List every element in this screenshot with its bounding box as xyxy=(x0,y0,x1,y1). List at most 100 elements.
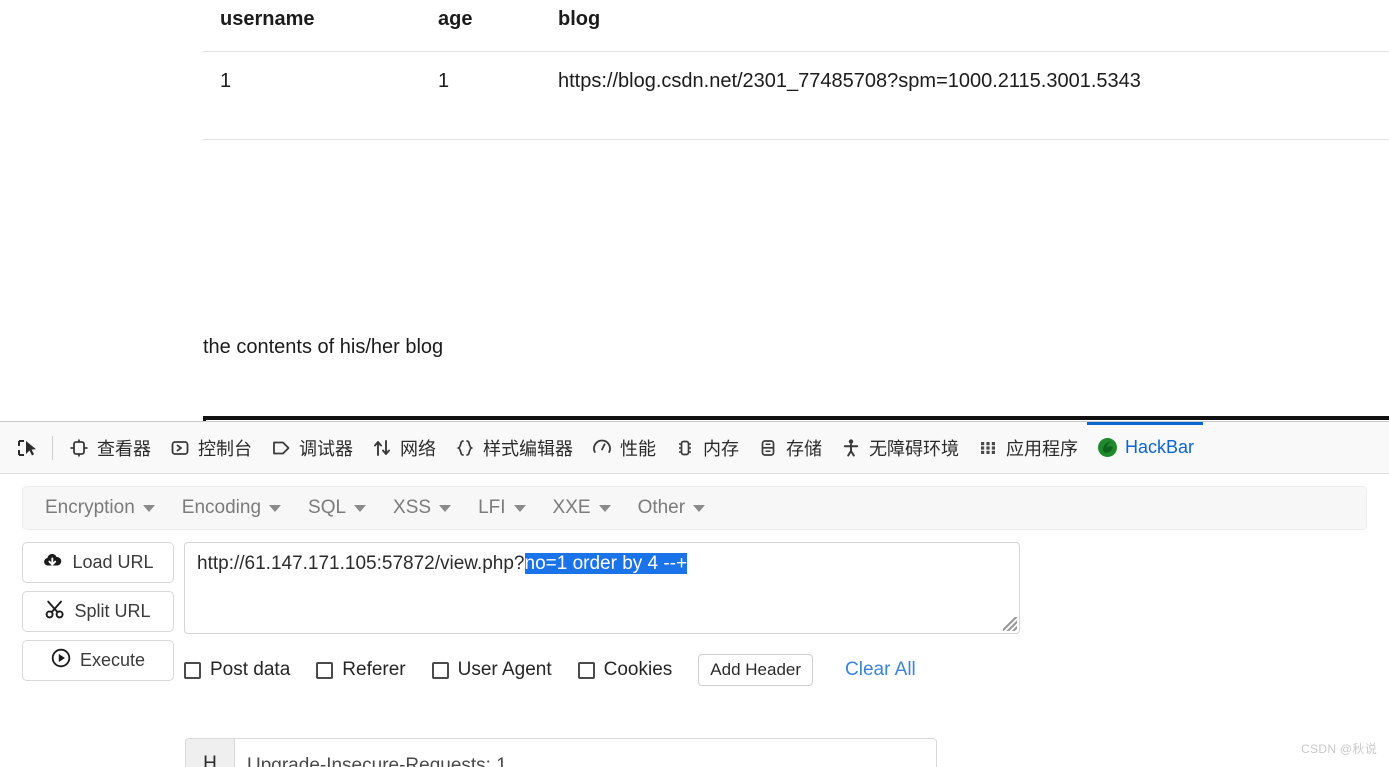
cell-blog: https://blog.csdn.net/2301_77485708?spm=… xyxy=(558,70,1141,92)
checkbox-post-data[interactable]: Post data xyxy=(184,659,290,681)
hackbar-action-buttons: Load URL Split URL Execute xyxy=(22,542,174,686)
url-selected-text: no=1 order by 4 --+ xyxy=(524,553,688,574)
menu-other[interactable]: Other xyxy=(626,493,718,523)
url-prefix-text: http://61.147.171.105:57872/view.php? xyxy=(197,553,525,574)
tab-hackbar[interactable]: HackBar xyxy=(1087,422,1204,473)
menu-lfi-label: LFI xyxy=(478,497,506,518)
chevron-down-icon xyxy=(439,504,452,512)
tab-accessibility-label: 无障碍环境 xyxy=(869,438,959,459)
menu-xxe-label: XXE xyxy=(552,497,591,518)
menu-lfi[interactable]: LFI xyxy=(466,493,537,523)
checkbox-icon[interactable] xyxy=(184,661,201,679)
header-input-group: H Upgrade-Insecure-Requests: 1 xyxy=(185,738,937,767)
menu-encryption[interactable]: Encryption xyxy=(33,493,167,523)
storage-icon xyxy=(757,437,779,459)
tab-inspector[interactable]: 查看器 xyxy=(59,422,160,473)
scissors-icon xyxy=(45,600,65,624)
request-options-row: Post data Referer User Agent Cookies Add… xyxy=(184,654,1389,686)
column-header-username: username xyxy=(220,8,315,30)
load-url-button[interactable]: Load URL xyxy=(22,542,174,583)
tab-accessibility[interactable]: 无障碍环境 xyxy=(831,422,968,473)
console-icon xyxy=(169,437,191,459)
execute-button[interactable]: Execute xyxy=(22,640,174,681)
checkbox-referer[interactable]: Referer xyxy=(316,659,406,681)
tab-inspector-label: 查看器 xyxy=(97,438,151,459)
tab-memory-label: 内存 xyxy=(703,438,739,459)
inspector-icon xyxy=(68,437,90,459)
execute-label: Execute xyxy=(79,650,146,670)
url-input[interactable]: http://61.147.171.105:57872/view.php?no=… xyxy=(184,542,1020,634)
tab-console[interactable]: 控制台 xyxy=(160,422,261,473)
checkbox-cookies[interactable]: Cookies xyxy=(577,659,673,681)
checkbox-icon[interactable] xyxy=(431,661,449,679)
textarea-resize-handle[interactable] xyxy=(1003,617,1017,631)
tab-storage-label: 存储 xyxy=(786,438,822,459)
style-editor-icon xyxy=(454,437,476,459)
network-icon xyxy=(371,437,393,459)
menu-encoding-label: Encoding xyxy=(181,497,262,518)
menu-xss[interactable]: XSS xyxy=(381,493,463,523)
cell-username: 1 xyxy=(220,70,232,92)
menu-other-label: Other xyxy=(637,497,686,518)
screen-root: username age blog 1 1 https://blog.csdn.… xyxy=(0,0,1389,767)
chevron-down-icon xyxy=(354,504,367,512)
memory-icon xyxy=(674,437,696,459)
menu-encryption-label: Encryption xyxy=(45,497,135,518)
tab-network-label: 网络 xyxy=(400,438,436,459)
split-url-button[interactable]: Split URL xyxy=(22,591,174,632)
tab-style-editor-label: 样式编辑器 xyxy=(483,438,573,459)
checkbox-icon[interactable] xyxy=(316,661,334,679)
menu-xss-label: XSS xyxy=(393,497,432,518)
accessibility-icon xyxy=(840,437,862,459)
header-key-label: H xyxy=(186,739,235,767)
tab-storage[interactable]: 存储 xyxy=(748,422,831,473)
hackbar-body: Load URL Split URL Execute http://61.147… xyxy=(0,530,1389,686)
checkbox-cookies-label: Cookies xyxy=(603,659,673,680)
tab-network[interactable]: 网络 xyxy=(362,422,445,473)
chevron-down-icon xyxy=(693,504,706,512)
devtools-panel: 查看器 控制台 调试器 网络 样式编辑器 性能 内存 存储 无障碍环境 应用程序… xyxy=(0,421,1389,767)
checkbox-user-agent[interactable]: User Agent xyxy=(431,659,552,681)
menu-encoding[interactable]: Encoding xyxy=(170,493,293,523)
blog-contents-text: the contents of his/her blog xyxy=(203,336,444,358)
tab-application[interactable]: 应用程序 xyxy=(968,422,1087,473)
checkbox-post-data-label: Post data xyxy=(210,659,291,680)
cell-age: 1 xyxy=(438,70,450,92)
tab-performance[interactable]: 性能 xyxy=(582,422,665,473)
chevron-down-icon xyxy=(142,504,155,512)
tab-debugger[interactable]: 调试器 xyxy=(261,422,362,473)
checkbox-referer-label: Referer xyxy=(342,659,406,680)
menu-sql-label: SQL xyxy=(308,497,347,518)
tab-application-label: 应用程序 xyxy=(1006,438,1078,459)
add-header-button[interactable]: Add Header xyxy=(698,654,814,686)
header-value-input[interactable]: Upgrade-Insecure-Requests: 1 xyxy=(235,739,936,767)
query-result-table: username age blog 1 1 https://blog.csdn.… xyxy=(203,8,1389,140)
application-grid-icon xyxy=(977,437,999,459)
tab-hackbar-label: HackBar xyxy=(1125,437,1195,457)
column-header-blog: blog xyxy=(558,8,601,30)
column-header-age: age xyxy=(438,8,473,30)
load-url-label: Load URL xyxy=(72,552,154,572)
chevron-down-icon xyxy=(598,504,611,512)
cloud-download-icon xyxy=(42,552,63,574)
clear-all-link[interactable]: Clear All xyxy=(845,659,916,681)
table-header-row: username age blog xyxy=(203,8,1389,52)
element-picker-icon[interactable] xyxy=(8,429,46,467)
tab-memory[interactable]: 内存 xyxy=(665,422,748,473)
checkbox-icon[interactable] xyxy=(577,661,595,679)
checkbox-user-agent-label: User Agent xyxy=(457,659,552,680)
tab-console-label: 控制台 xyxy=(198,438,252,459)
menu-xxe[interactable]: XXE xyxy=(541,493,623,523)
hackbar-menubar: Encryption Encoding SQL XSS LFI XXE Othe… xyxy=(22,486,1367,530)
chevron-down-icon xyxy=(513,504,526,512)
play-circle-icon xyxy=(51,648,71,673)
hackbar-icon xyxy=(1096,437,1118,459)
web-page-content: username age blog 1 1 https://blog.csdn.… xyxy=(0,0,1389,425)
page-focus-outline xyxy=(203,416,1389,425)
tab-performance-label: 性能 xyxy=(620,438,656,459)
tab-style-editor[interactable]: 样式编辑器 xyxy=(445,422,582,473)
debugger-icon xyxy=(270,437,292,459)
table-row: 1 1 https://blog.csdn.net/2301_77485708?… xyxy=(203,52,1389,140)
tab-debugger-label: 调试器 xyxy=(299,438,353,459)
menu-sql[interactable]: SQL xyxy=(296,493,378,523)
